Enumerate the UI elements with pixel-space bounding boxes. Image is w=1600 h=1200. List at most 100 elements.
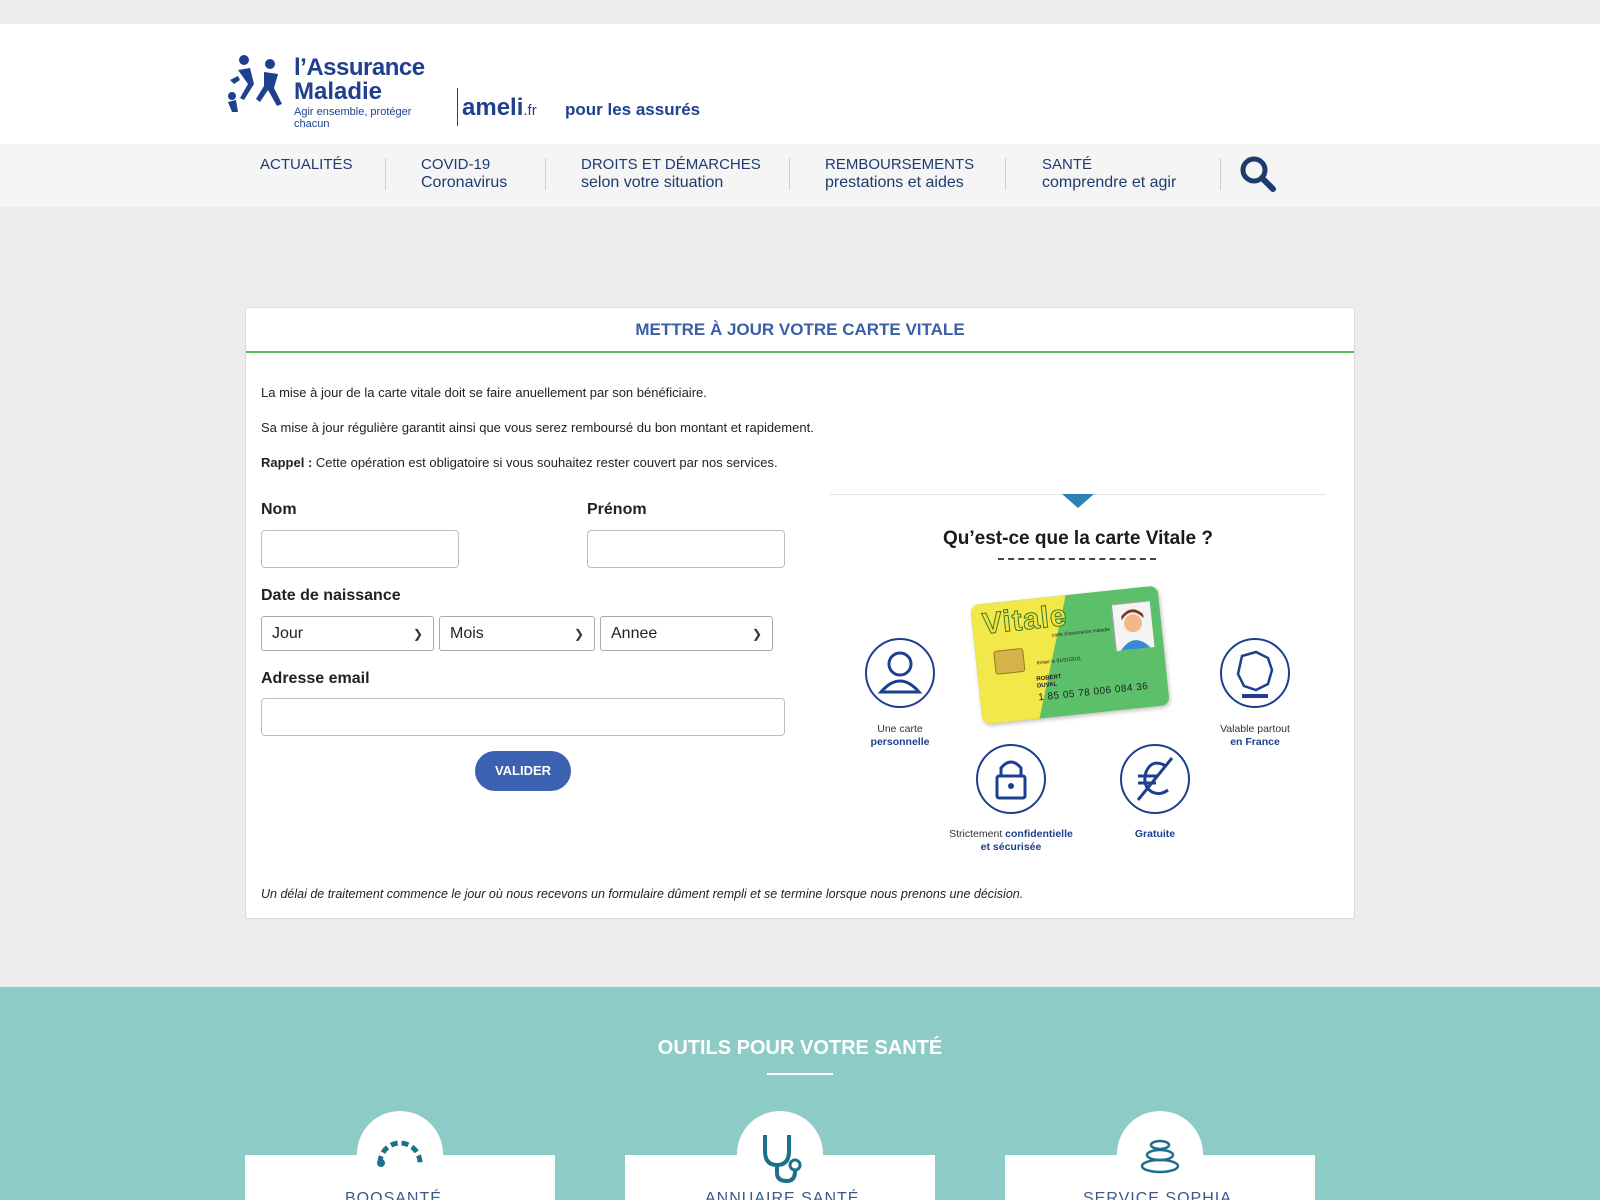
month-select-value: Mois <box>450 624 484 642</box>
assurance-maladie-logo[interactable]: l’Assurance Maladie Agir ensemble, proté… <box>224 50 449 130</box>
brand-line-1: l’Assurance <box>294 54 425 81</box>
day-select[interactable]: Jour ❯ <box>261 616 434 651</box>
feature-personal <box>865 638 935 708</box>
feature-text: Valable partout <box>1220 723 1290 735</box>
ameli-name: ameli <box>462 94 524 121</box>
tool-label: ANNUAIRE SANTÉ <box>705 1190 860 1200</box>
chevron-down-icon: ❯ <box>573 626 584 641</box>
nav-item-label: COVID-19 <box>421 156 491 173</box>
prenom-label: Prénom <box>587 501 647 518</box>
france-map-icon <box>1236 650 1274 698</box>
feature-emphasis: personnelle <box>870 736 930 748</box>
nom-label: Nom <box>261 501 297 518</box>
feature-france <box>1220 638 1290 708</box>
nav-item-droits[interactable]: DROITS ET DÉMARCHES selon votre situatio… <box>581 156 761 192</box>
brand-line-2: Maladie <box>294 78 383 105</box>
card-title: METTRE À JOUR VOTRE CARTE VITALE <box>246 308 1354 353</box>
nom-input[interactable] <box>261 530 459 568</box>
ameli-logo[interactable]: ameli.fr <box>462 94 537 122</box>
tool-label: BOOSANTÉ <box>345 1190 442 1200</box>
nav-item-actualites[interactable]: ACTUALITÉS <box>260 156 353 174</box>
vitale-card-illustration: Vitale carte d’assurance maladie émise l… <box>970 585 1170 725</box>
year-select-value: Annee <box>611 624 658 642</box>
year-select[interactable]: Annee ❯ <box>600 616 773 651</box>
tool-label: SERVICE SOPHIA <box>1083 1190 1232 1200</box>
day-select-value: Jour <box>272 624 304 642</box>
person-icon <box>877 651 923 694</box>
processing-note: Un délai de traitement commence le jour … <box>261 887 1024 901</box>
nav-divider <box>385 158 386 190</box>
nav-item-label: REMBOURSEMENTS <box>825 156 975 173</box>
nav-item-sante[interactable]: SANTÉ comprendre et agir <box>1042 156 1176 192</box>
vitale-question: Qu’est-ce que la carte Vitale ? <box>943 528 1213 549</box>
nav-divider <box>789 158 790 190</box>
feature-text: Strictement <box>949 828 1006 840</box>
audience-label: pour les assurés <box>565 100 701 119</box>
nav-item-label: SANTÉ <box>1042 156 1093 173</box>
nav-item-sublabel: Coronavirus <box>421 174 508 191</box>
feature-personal-label: Une carte personnelle <box>830 723 970 749</box>
nav-divider <box>1005 158 1006 190</box>
nav-divider <box>1220 158 1221 190</box>
tool-icon-circle <box>357 1111 443 1197</box>
chevron-down-icon: ❯ <box>412 626 423 641</box>
dob-label: Date de naissance <box>261 587 401 604</box>
dashed-underline <box>998 558 1156 560</box>
update-vitale-card: METTRE À JOUR VOTRE CARTE VITALE La mise… <box>245 307 1355 919</box>
nav-item-label: DROITS ET DÉMARCHES <box>581 156 761 173</box>
nav-divider <box>545 158 546 190</box>
feature-secure-label: Strictement confidentielle et sécurisée <box>941 828 1081 854</box>
gauge-icon <box>377 1140 423 1167</box>
portrait-icon <box>1112 601 1155 652</box>
valider-button[interactable]: VALIDER <box>475 751 571 791</box>
health-tools-section: OUTILS POUR VOTRE SANTÉ BOOSANTÉ ANNUAIR… <box>0 987 1600 1200</box>
nav-item-covid[interactable]: COVID-19 Coronavirus <box>421 156 507 192</box>
feature-free-label: Gratuite <box>1085 828 1225 841</box>
search-icon <box>1240 156 1276 192</box>
logo-figures-icon <box>228 55 282 112</box>
chevron-down-icon: ❯ <box>751 626 762 641</box>
top-strip <box>0 0 1600 24</box>
intro-paragraph-1: La mise à jour de la carte vitale doit s… <box>261 385 707 400</box>
lock-icon <box>995 760 1027 800</box>
card-photo <box>1110 600 1155 652</box>
reminder-text: Cette opération est obligatoire si vous … <box>312 455 778 470</box>
feature-emphasis: en France <box>1230 736 1280 748</box>
prenom-input[interactable] <box>587 530 785 568</box>
card-holder-name: ROBERT DUVAL <box>1036 674 1063 691</box>
card-name-line2: DUVAL <box>1036 681 1058 690</box>
no-euro-icon <box>1136 757 1174 801</box>
site-header: l’Assurance Maladie Agir ensemble, proté… <box>0 24 1600 144</box>
email-label: Adresse email <box>261 670 370 687</box>
stones-icon <box>1140 1139 1180 1174</box>
month-select[interactable]: Mois ❯ <box>439 616 595 651</box>
footer-title: OUTILS POUR VOTRE SANTÉ <box>657 1037 943 1059</box>
ameli-tld: .fr <box>523 102 537 119</box>
header-divider <box>457 88 458 126</box>
email-input[interactable] <box>261 698 785 736</box>
nav-item-sublabel: selon votre situation <box>581 174 724 191</box>
feature-france-label: Valable partout en France <box>1185 723 1325 749</box>
card-chip-icon <box>993 647 1026 675</box>
feature-text: Une carte <box>877 723 923 735</box>
stethoscope-icon <box>763 1135 802 1184</box>
tool-icon-circle <box>1117 1111 1203 1197</box>
feature-free <box>1120 744 1190 814</box>
reminder-label: Rappel : <box>261 455 313 470</box>
brand-tagline: Agir ensemble, protéger chacun <box>294 106 412 130</box>
reminder-paragraph: Rappel : Cette opération est obligatoire… <box>261 455 778 470</box>
vitale-info-panel: Qu’est-ce que la carte Vitale ? Vitale c… <box>830 494 1326 864</box>
nav-item-sublabel: comprendre et agir <box>1042 174 1177 191</box>
nav-item-label: ACTUALITÉS <box>260 156 353 173</box>
feature-secure <box>976 744 1046 814</box>
feature-emphasis: Gratuite <box>1134 828 1176 840</box>
search-button[interactable] <box>1238 154 1278 194</box>
nav-item-sublabel: prestations et aides <box>825 174 964 191</box>
triangle-marker-icon <box>1062 494 1094 508</box>
intro-paragraph-2: Sa mise à jour régulière garantit ainsi … <box>261 420 814 435</box>
tool-icon-circle <box>737 1111 823 1197</box>
feature-emphasis-2: et sécurisée <box>980 841 1042 853</box>
main-nav: ACTUALITÉS COVID-19 Coronavirus DROITS E… <box>0 144 1600 207</box>
nav-item-remboursements[interactable]: REMBOURSEMENTS prestations et aides <box>825 156 974 192</box>
footer-title-underline <box>767 1073 833 1075</box>
